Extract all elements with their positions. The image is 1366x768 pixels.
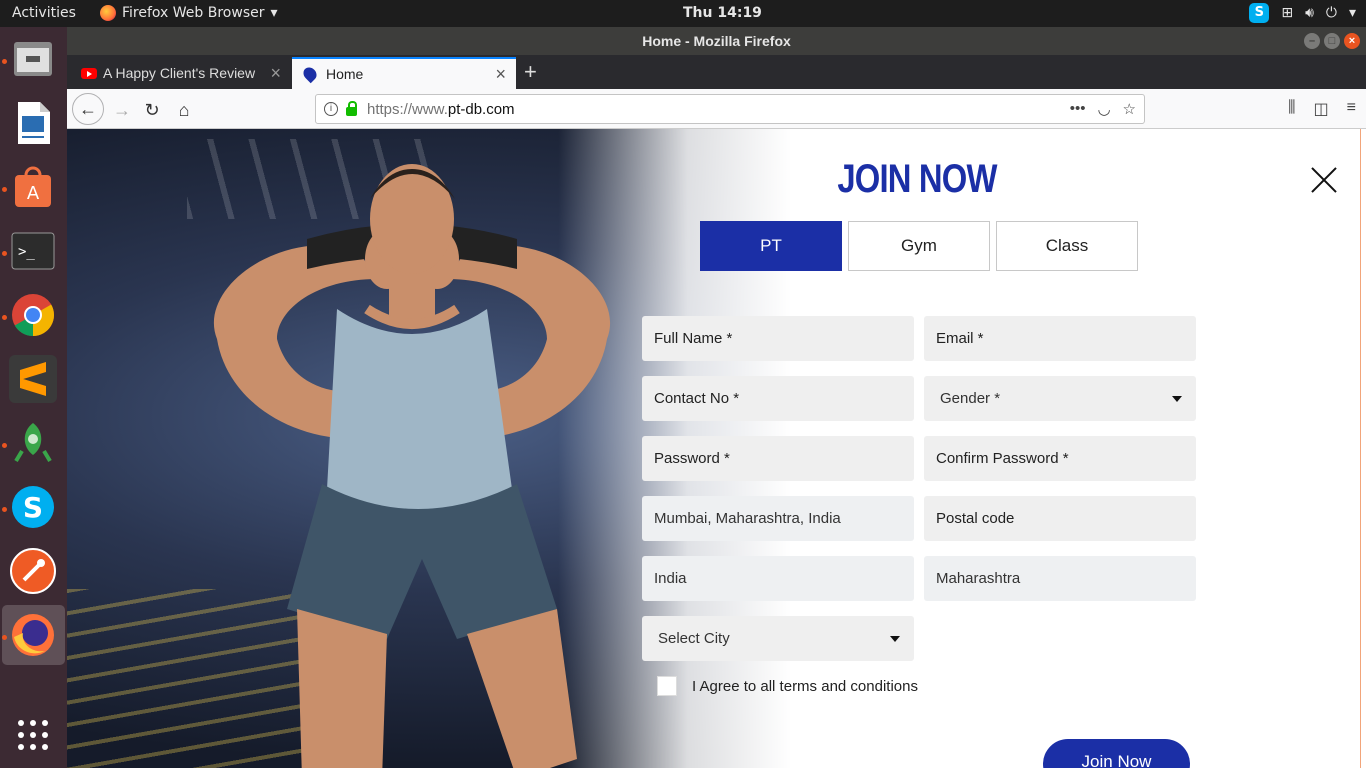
reload-button[interactable]: ↻ <box>139 97 165 123</box>
terms-agreement: I Agree to all terms and conditions <box>657 676 918 696</box>
password-field[interactable]: Password * <box>642 436 914 481</box>
sublime-icon[interactable] <box>9 355 57 403</box>
contact-field[interactable]: Contact No * <box>642 376 914 421</box>
tab-home[interactable]: Home × <box>292 57 516 89</box>
info-icon[interactable]: i <box>324 102 338 116</box>
system-tray[interactable]: S ⊞ 🔊︎ ⏻ ▾ <box>1249 3 1356 23</box>
full-name-field[interactable]: Full Name * <box>642 316 914 361</box>
dropdown-caret-icon <box>890 636 900 642</box>
pocket-icon[interactable]: ◡ <box>1097 100 1110 118</box>
svg-text:A: A <box>27 183 40 204</box>
robot-icon[interactable] <box>9 419 57 467</box>
join-now-button[interactable]: Join Now <box>1043 739 1190 768</box>
close-icon[interactable] <box>1307 163 1341 197</box>
city-select-value: Select City <box>658 630 730 647</box>
files-icon[interactable] <box>9 35 57 83</box>
tab-bar: A Happy Client's Review × Home × + <box>67 55 1366 89</box>
forward-button[interactable]: → <box>109 97 135 123</box>
youtube-icon <box>81 67 97 79</box>
app-grid-icon[interactable] <box>9 711 57 759</box>
ubuntu-top-bar: Activities Firefox Web Browser ▾ Thu 14:… <box>0 0 1366 27</box>
home-button[interactable]: ⌂ <box>171 97 197 123</box>
library-icon[interactable]: ⫼ <box>1288 99 1295 119</box>
dropdown-caret-icon <box>1172 396 1182 402</box>
email-field[interactable]: Email * <box>924 316 1196 361</box>
terms-checkbox[interactable] <box>657 676 677 696</box>
join-now-title: JOIN NOW <box>837 157 997 201</box>
chevron-down-icon[interactable]: ▾ <box>1349 5 1356 21</box>
tab-label: A Happy Client's Review <box>103 65 256 81</box>
type-tab-pt[interactable]: PT <box>700 221 842 271</box>
window-title: Home - Mozilla Firefox <box>642 33 791 49</box>
url-text[interactable]: https://www.pt-db.com <box>367 101 515 118</box>
running-indicator <box>2 443 7 448</box>
tab-label: Home <box>326 66 364 82</box>
hamburger-menu-icon[interactable]: ≡ <box>1347 99 1356 119</box>
activities-button[interactable]: Activities <box>12 5 76 21</box>
running-indicator <box>2 315 7 320</box>
new-tab-button[interactable]: + <box>524 59 537 85</box>
software-icon[interactable]: A <box>9 163 57 211</box>
type-tab-gym[interactable]: Gym <box>848 221 990 271</box>
skype-tray-icon[interactable]: S <box>1249 3 1270 23</box>
window-titlebar[interactable]: Home - Mozilla Firefox – □ × <box>67 27 1366 55</box>
toolbar-right: ⫼ ◫ ≡ <box>1288 99 1356 119</box>
window-controls: – □ × <box>1304 33 1360 49</box>
state-field[interactable]: Maharashtra <box>924 556 1196 601</box>
athlete-image <box>213 164 611 768</box>
close-tab-icon[interactable]: × <box>270 63 281 84</box>
gender-select-value: Gender * <box>940 390 1001 407</box>
confirm-password-field[interactable]: Confirm Password * <box>924 436 1196 481</box>
url-bar[interactable]: i https://www.pt-db.com ••• ◡ ☆ <box>315 94 1145 124</box>
svg-text:>_: >_ <box>18 244 35 260</box>
terminal-icon[interactable]: >_ <box>9 227 57 275</box>
svg-text:S: S <box>23 491 43 524</box>
tab-client-review[interactable]: A Happy Client's Review × <box>73 57 291 89</box>
navigation-bar: ← → ↻ ⌂ i https://www.pt-db.com ••• ◡ ☆ … <box>67 89 1366 129</box>
chrome-icon[interactable] <box>9 291 57 339</box>
close-window-button[interactable]: × <box>1344 33 1360 49</box>
ubuntu-dock: A >_ S <box>0 27 67 768</box>
network-icon[interactable]: ⊞ <box>1281 5 1293 21</box>
running-indicator <box>2 507 7 512</box>
firefox-icon[interactable] <box>9 611 57 659</box>
volume-icon[interactable]: 🔊︎ <box>1305 5 1314 21</box>
bookmark-star-icon[interactable]: ☆ <box>1123 100 1136 118</box>
postal-code-field[interactable]: Postal code <box>924 496 1196 541</box>
terms-label[interactable]: I Agree to all terms and conditions <box>692 678 918 695</box>
country-field[interactable]: India <box>642 556 914 601</box>
location-pin-icon <box>300 64 320 84</box>
page-actions-icon[interactable]: ••• <box>1070 100 1086 118</box>
back-button[interactable]: ← <box>72 93 104 125</box>
firefox-icon <box>100 5 116 21</box>
running-indicator <box>2 635 7 640</box>
gender-select[interactable]: Gender * <box>924 376 1196 421</box>
url-actions: ••• ◡ ☆ <box>1070 100 1136 118</box>
sidebar-icon[interactable]: ◫ <box>1314 99 1329 119</box>
running-indicator <box>2 59 7 64</box>
close-tab-icon[interactable]: × <box>495 64 506 85</box>
maximize-button[interactable]: □ <box>1324 33 1340 49</box>
app-menu[interactable]: Firefox Web Browser ▾ <box>100 5 278 21</box>
running-indicator <box>2 187 7 192</box>
minimize-button[interactable]: – <box>1304 33 1320 49</box>
lock-icon[interactable] <box>346 100 357 116</box>
type-tab-class[interactable]: Class <box>996 221 1138 271</box>
clock[interactable]: Thu 14:19 <box>683 5 762 21</box>
app-menu-label: Firefox Web Browser <box>122 5 265 21</box>
chevron-down-icon: ▾ <box>270 5 278 21</box>
page-scrollbar[interactable] <box>1360 129 1366 768</box>
location-field[interactable]: Mumbai, Maharashtra, India <box>642 496 914 541</box>
skype-icon[interactable]: S <box>9 483 57 531</box>
writer-icon[interactable] <box>9 99 57 147</box>
page-content: JOIN NOW PT Gym Class Full Name * Email … <box>67 129 1360 768</box>
city-select[interactable]: Select City <box>642 616 914 661</box>
power-icon[interactable]: ⏻ <box>1326 5 1337 21</box>
running-indicator <box>2 251 7 256</box>
postman-icon[interactable] <box>9 547 57 595</box>
